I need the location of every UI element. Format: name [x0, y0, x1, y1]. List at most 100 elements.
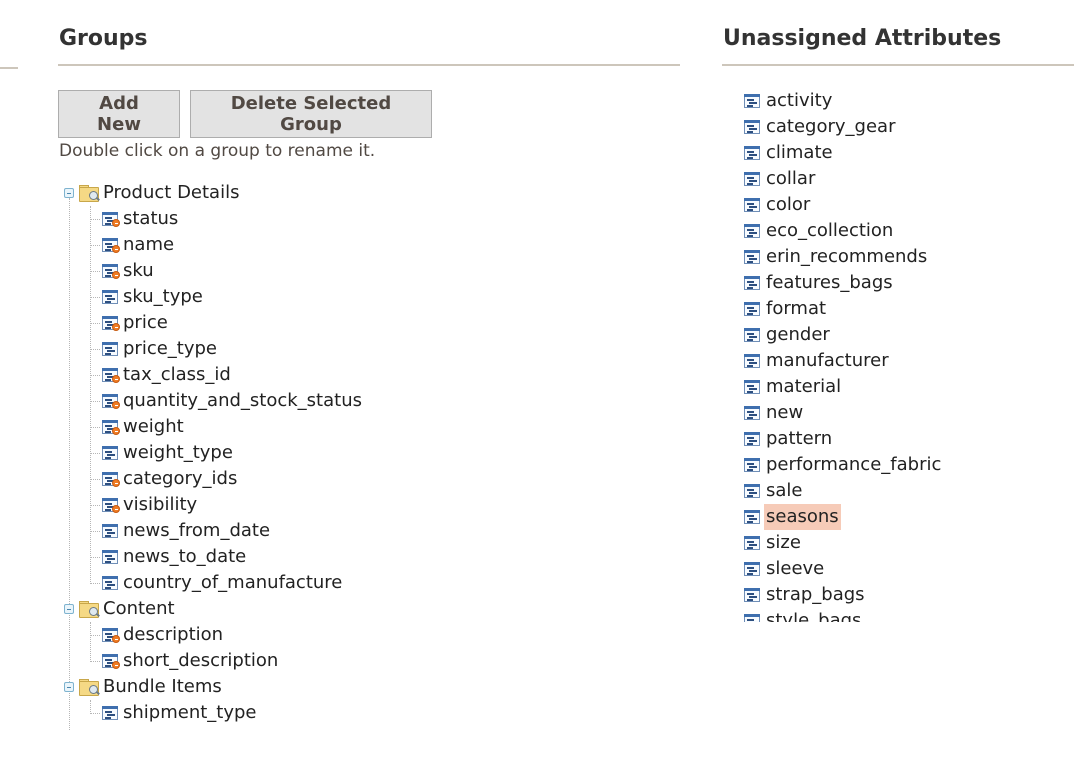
- attribute-node[interactable]: news_to_date: [102, 544, 247, 570]
- groups-panel: Groups Add New Delete Selected Group Dou…: [58, 22, 680, 730]
- tree-connector: [90, 323, 100, 324]
- attribute-node[interactable]: status: [102, 206, 179, 232]
- unassigned-attribute-item[interactable]: sale: [744, 478, 804, 504]
- attribute-label: price: [123, 312, 168, 333]
- unassigned-attribute-label: category_gear: [766, 116, 896, 137]
- tree-connector: [90, 297, 100, 298]
- unassigned-attribute-item[interactable]: erin_recommends: [744, 244, 929, 270]
- unassigned-attribute-item[interactable]: format: [744, 296, 828, 322]
- attribute-label: name: [123, 234, 175, 255]
- unassigned-attribute-item[interactable]: features_bags: [744, 270, 895, 296]
- unassigned-attribute-item[interactable]: eco_collection: [744, 218, 895, 244]
- attribute-node[interactable]: weight_type: [102, 440, 234, 466]
- attribute-icon: [744, 197, 762, 213]
- attribute-label: weight: [123, 416, 184, 437]
- attribute-icon: [102, 289, 120, 305]
- attribute-node[interactable]: description: [102, 622, 224, 648]
- unassigned-attribute-item[interactable]: color: [744, 192, 812, 218]
- delete-selected-group-button[interactable]: Delete Selected Group: [190, 90, 432, 138]
- attribute-node[interactable]: shipment_type: [102, 700, 258, 726]
- tree-connector: [90, 583, 100, 584]
- attribute-icon: [744, 587, 762, 603]
- attribute-node[interactable]: visibility: [102, 492, 198, 518]
- attribute-icon: [102, 445, 120, 461]
- attribute-node[interactable]: name: [102, 232, 175, 258]
- attribute-icon: [744, 535, 762, 551]
- unassigned-attributes-list: activity category_gear climate collar color e…: [722, 88, 1074, 622]
- attribute-icon: [744, 223, 762, 239]
- attribute-icon: [744, 301, 762, 317]
- add-new-group-button[interactable]: Add New: [58, 90, 180, 138]
- attribute-icon: [744, 353, 762, 369]
- attribute-node[interactable]: quantity_and_stock_status: [102, 388, 363, 414]
- folder-search-icon: [78, 600, 100, 618]
- unassigned-attribute-item[interactable]: size: [744, 530, 803, 556]
- tree-connector: [90, 427, 100, 428]
- attribute-label: quantity_and_stock_status: [123, 390, 362, 411]
- tree-connector: [90, 557, 100, 558]
- unassigned-attribute-item[interactable]: activity: [744, 88, 834, 114]
- unassigned-attribute-item[interactable]: performance_fabric: [744, 452, 943, 478]
- group-collapse-toggle[interactable]: [64, 604, 74, 614]
- attribute-node[interactable]: news_from_date: [102, 518, 271, 544]
- unassigned-attribute-label: pattern: [766, 428, 833, 449]
- attribute-label: news_to_date: [123, 546, 247, 567]
- groups-tree: Product Details status name sku sku_type pric…: [58, 180, 680, 730]
- locked-attribute-icon: [102, 263, 120, 279]
- unassigned-attribute-item[interactable]: pattern: [744, 426, 834, 452]
- group-node[interactable]: Bundle Items: [78, 674, 223, 700]
- left-panel-divider: [0, 67, 18, 69]
- attribute-node[interactable]: price_type: [102, 336, 218, 362]
- unassigned-attribute-label: seasons: [764, 504, 841, 530]
- attribute-node[interactable]: category_ids: [102, 466, 238, 492]
- locked-attribute-icon: [102, 471, 120, 487]
- unassigned-attribute-label: gender: [766, 324, 830, 345]
- locked-attribute-icon: [102, 211, 120, 227]
- unassigned-attribute-item[interactable]: climate: [744, 140, 835, 166]
- group-collapse-toggle[interactable]: [64, 682, 74, 692]
- group-label: Content: [103, 598, 175, 619]
- attribute-icon: [744, 275, 762, 291]
- attribute-node[interactable]: short_description: [102, 648, 279, 674]
- attribute-node[interactable]: country_of_manufacture: [102, 570, 343, 596]
- attribute-label: short_description: [123, 650, 279, 671]
- groups-title: Groups: [58, 22, 680, 66]
- tree-connector: [90, 245, 100, 246]
- tree-connector: [90, 661, 100, 662]
- attribute-node[interactable]: price: [102, 310, 169, 336]
- unassigned-attribute-item[interactable]: gender: [744, 322, 832, 348]
- unassigned-attribute-label: performance_fabric: [766, 454, 942, 475]
- attribute-node[interactable]: tax_class_id: [102, 362, 232, 388]
- group-node[interactable]: Content: [78, 596, 176, 622]
- attribute-icon: [744, 145, 762, 161]
- unassigned-attributes-title: Unassigned Attributes: [722, 22, 1074, 66]
- unassigned-attribute-label: new: [766, 402, 804, 423]
- attribute-icon: [744, 171, 762, 187]
- unassigned-attribute-item[interactable]: collar: [744, 166, 817, 192]
- attribute-icon: [744, 93, 762, 109]
- tree-connector: [90, 479, 100, 480]
- unassigned-attribute-label: collar: [766, 168, 816, 189]
- unassigned-attribute-item[interactable]: category_gear: [744, 114, 897, 140]
- unassigned-attribute-label: style_bags: [766, 610, 862, 622]
- groups-toolbar: Add New Delete Selected Group: [58, 90, 680, 138]
- unassigned-attribute-item[interactable]: manufacturer: [744, 348, 891, 374]
- attribute-icon: [102, 549, 120, 565]
- attribute-node[interactable]: weight: [102, 414, 185, 440]
- tree-connector: [90, 505, 100, 506]
- group-collapse-toggle[interactable]: [64, 188, 74, 198]
- attribute-icon: [102, 523, 120, 539]
- attribute-node[interactable]: sku_type: [102, 284, 204, 310]
- unassigned-attribute-item[interactable]: sleeve: [744, 556, 826, 582]
- attribute-label: category_ids: [123, 468, 238, 489]
- tree-connector: [90, 401, 100, 402]
- unassigned-attribute-item[interactable]: style_bags: [744, 608, 863, 622]
- unassigned-attribute-item[interactable]: new: [744, 400, 805, 426]
- group-node[interactable]: Product Details: [78, 180, 240, 206]
- unassigned-attribute-item[interactable]: material: [744, 374, 843, 400]
- unassigned-attribute-item[interactable]: seasons: [744, 504, 841, 530]
- locked-attribute-icon: [102, 419, 120, 435]
- unassigned-attribute-item[interactable]: strap_bags: [744, 582, 867, 608]
- attribute-node[interactable]: sku: [102, 258, 155, 284]
- tree-connector: [90, 700, 91, 714]
